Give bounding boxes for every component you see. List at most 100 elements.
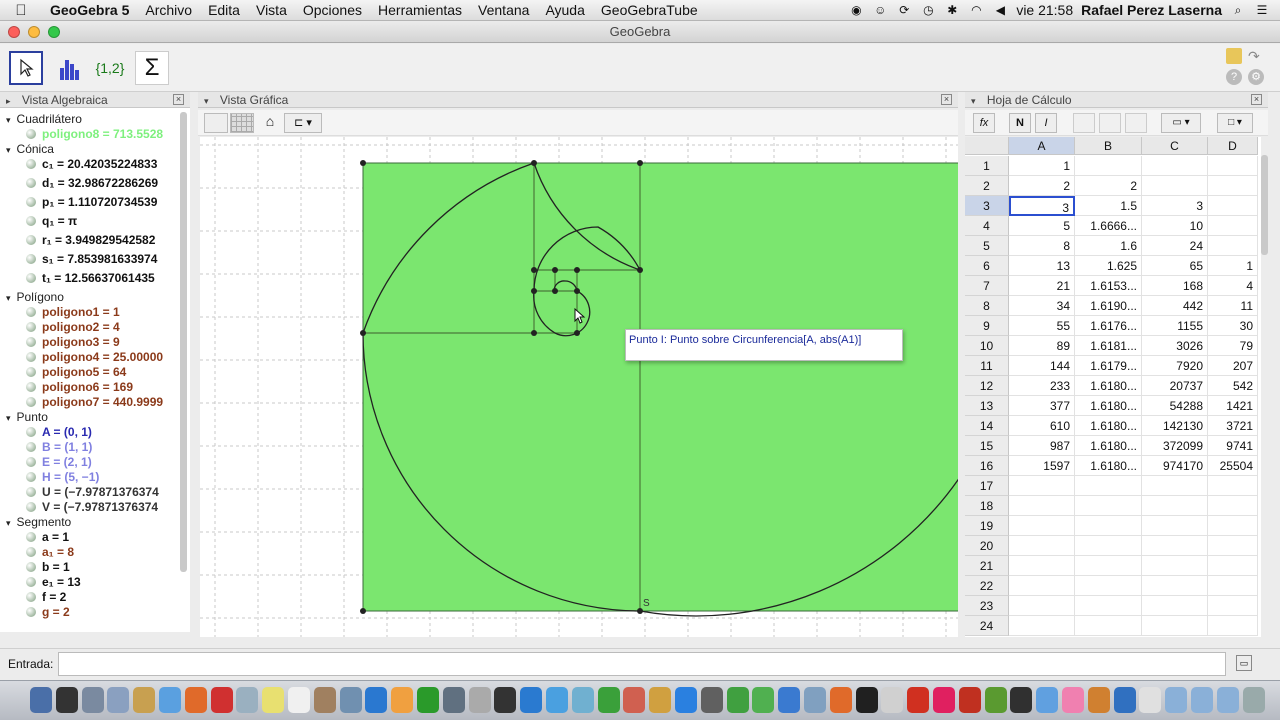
row-header[interactable]: 10	[965, 336, 1009, 356]
sheet-cell[interactable]: 3026	[1142, 336, 1208, 356]
sheet-cell[interactable]	[1075, 516, 1142, 536]
point[interactable]	[552, 288, 558, 294]
dock-app-icon[interactable]	[417, 687, 439, 713]
column-header[interactable]: A	[1009, 137, 1075, 155]
sync-icon[interactable]: ⟳	[896, 3, 912, 17]
sheet-cell[interactable]	[1075, 536, 1142, 556]
sheet-cell[interactable]	[1009, 596, 1075, 616]
dock-app-icon[interactable]	[1036, 687, 1059, 713]
close-graphics-view-icon[interactable]: ×	[941, 94, 952, 105]
apple-icon[interactable]: 	[0, 2, 42, 19]
dock-app-icon[interactable]	[442, 687, 465, 713]
algebra-category[interactable]: ▾ Segmento	[6, 515, 71, 529]
sheet-cell[interactable]: 55	[1009, 316, 1075, 336]
sheet-cell[interactable]	[1142, 596, 1208, 616]
algebra-item[interactable]: H = (5, −1)	[26, 470, 99, 484]
point[interactable]	[360, 160, 366, 166]
dock-app-icon[interactable]	[984, 687, 1007, 713]
category-toggle-icon[interactable]: ▾	[6, 518, 11, 528]
dock-app-icon[interactable]	[339, 687, 362, 713]
row-header[interactable]: 11	[965, 356, 1009, 376]
sheet-cell[interactable]	[1142, 576, 1208, 596]
algebra-item[interactable]: e₁ = 13	[26, 575, 81, 589]
sheet-cell[interactable]: 1.6176...	[1075, 316, 1142, 336]
sheet-cell[interactable]: 542	[1208, 376, 1258, 396]
visibility-toggle-icon[interactable]	[26, 607, 36, 617]
bluetooth-icon[interactable]: ✱	[944, 3, 960, 17]
sheet-cell[interactable]	[1075, 556, 1142, 576]
visibility-toggle-icon[interactable]	[26, 442, 36, 452]
close-algebra-view-icon[interactable]: ×	[173, 94, 184, 105]
volume-icon[interactable]: ◀	[992, 3, 1008, 17]
row-header[interactable]: 22	[965, 576, 1009, 596]
dock-app-icon[interactable]	[675, 687, 697, 713]
sheet-cell[interactable]: 89	[1009, 336, 1075, 356]
golden-rectangle-fill[interactable]	[362, 162, 958, 612]
dock-app-icon[interactable]	[30, 687, 52, 713]
dock-app-icon[interactable]	[1139, 687, 1162, 713]
dock-app-icon[interactable]	[829, 687, 852, 713]
align-left-icon[interactable]	[1073, 113, 1095, 133]
help-icon[interactable]: ?	[1226, 69, 1242, 85]
sheet-cell[interactable]	[1208, 616, 1258, 636]
dock-app-icon[interactable]	[210, 687, 233, 713]
sheet-cell[interactable]: 1.6180...	[1075, 416, 1142, 436]
algebra-item[interactable]: poligono2 = 4	[26, 320, 120, 334]
category-toggle-icon[interactable]: ▾	[6, 145, 11, 155]
column-header[interactable]: B	[1075, 137, 1142, 155]
visibility-toggle-icon[interactable]	[26, 352, 36, 362]
point[interactable]	[574, 267, 580, 273]
sheet-cell[interactable]: 442	[1142, 296, 1208, 316]
histogram-tool-button[interactable]	[53, 51, 87, 85]
row-header[interactable]: 6	[965, 256, 1009, 276]
point[interactable]	[552, 267, 558, 273]
algebra-item[interactable]: q₁ = π	[26, 214, 77, 228]
sheet-cell[interactable]	[1075, 496, 1142, 516]
visibility-toggle-icon[interactable]	[26, 502, 36, 512]
dock-app-icon[interactable]	[855, 687, 878, 713]
sheet-corner[interactable]	[965, 137, 1009, 155]
visibility-toggle-icon[interactable]	[26, 307, 36, 317]
row-header[interactable]: 14	[965, 416, 1009, 436]
visibility-toggle-icon[interactable]	[26, 216, 36, 226]
sheet-cell[interactable]: 4	[1208, 276, 1258, 296]
sheet-cell[interactable]: 372099	[1142, 436, 1208, 456]
sheet-cell[interactable]	[1208, 476, 1258, 496]
sheet-cell[interactable]: 1.6153...	[1075, 276, 1142, 296]
sheet-cell[interactable]	[1208, 576, 1258, 596]
dock-app-icon[interactable]	[313, 687, 336, 713]
dock-app-icon[interactable]	[1113, 687, 1136, 713]
visibility-toggle-icon[interactable]	[26, 577, 36, 587]
dock-app-icon[interactable]	[597, 687, 620, 713]
search-icon[interactable]: ⌕	[1230, 3, 1246, 17]
dock-app-icon[interactable]	[494, 687, 517, 713]
visibility-toggle-icon[interactable]	[26, 322, 36, 332]
point[interactable]	[531, 267, 537, 273]
sheet-cell[interactable]	[1208, 556, 1258, 576]
sheet-cell[interactable]: 54288	[1142, 396, 1208, 416]
dock-app-icon[interactable]	[1087, 687, 1110, 713]
home-icon[interactable]: ⌂	[260, 113, 280, 133]
algebra-item[interactable]: b = 1	[26, 560, 70, 574]
sheet-cell[interactable]: 1597	[1009, 456, 1075, 476]
dock-app-icon[interactable]	[1010, 687, 1033, 713]
dock-app-icon[interactable]	[262, 687, 285, 713]
sum-tool-button[interactable]: Σ	[135, 51, 169, 85]
sheet-cell[interactable]: 1.6180...	[1075, 456, 1142, 476]
menu-opciones[interactable]: Opciones	[295, 2, 370, 18]
row-header[interactable]: 24	[965, 616, 1009, 636]
dock-app-icon[interactable]	[1191, 687, 1213, 713]
dock-app-icon[interactable]	[546, 687, 568, 713]
menu-edita[interactable]: Edita	[200, 2, 248, 18]
menu-ayuda[interactable]: Ayuda	[537, 2, 592, 18]
dock-app-icon[interactable]	[778, 687, 801, 713]
point[interactable]	[637, 267, 643, 273]
sheet-cell[interactable]	[1142, 616, 1208, 636]
menu-vista[interactable]: Vista	[248, 2, 295, 18]
row-header[interactable]: 4	[965, 216, 1009, 236]
dock-app-icon[interactable]	[649, 687, 672, 713]
category-toggle-icon[interactable]: ▾	[6, 293, 11, 303]
row-header[interactable]: 2	[965, 176, 1009, 196]
sheet-cell[interactable]: 1.6	[1075, 236, 1142, 256]
algebra-item[interactable]: p₁ = 1.110720734539	[26, 195, 157, 209]
